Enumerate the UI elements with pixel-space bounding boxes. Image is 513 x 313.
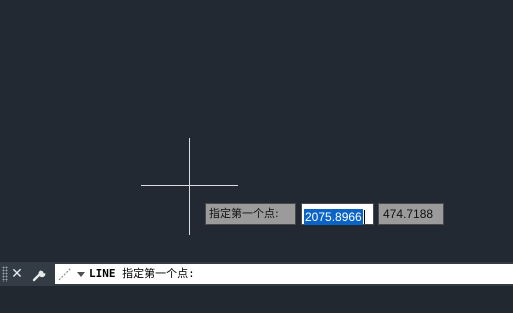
text-caret: [363, 209, 365, 224]
command-line-bar: ✕ LINE 指定第一个点:: [0, 262, 513, 286]
y-coordinate-input[interactable]: 474.7188: [378, 203, 444, 225]
command-prompt: 指定第一个点:: [122, 267, 195, 280]
customize-button[interactable]: [31, 265, 49, 283]
wrench-icon: [32, 270, 46, 282]
close-button[interactable]: ✕: [10, 264, 24, 284]
x-coordinate-value: 2075.8966: [304, 209, 363, 225]
command-name: LINE: [89, 267, 116, 280]
line-tool-icon: [57, 266, 73, 282]
model-space-area: [0, 286, 513, 313]
recent-commands-dropdown[interactable]: [75, 265, 87, 283]
crosshair-vertical: [189, 138, 190, 235]
command-input[interactable]: LINE 指定第一个点:: [55, 264, 513, 284]
dynamic-input-prompt: 指定第一个点:: [205, 203, 296, 225]
x-coordinate-input[interactable]: 2075.8966: [301, 203, 374, 225]
chevron-down-icon: [77, 272, 85, 277]
command-prompt-text: LINE 指定第一个点:: [89, 264, 195, 284]
drag-grip-handle[interactable]: [2, 266, 8, 282]
drawing-canvas[interactable]: 指定第一个点: 2075.8966 474.7188: [0, 0, 513, 262]
